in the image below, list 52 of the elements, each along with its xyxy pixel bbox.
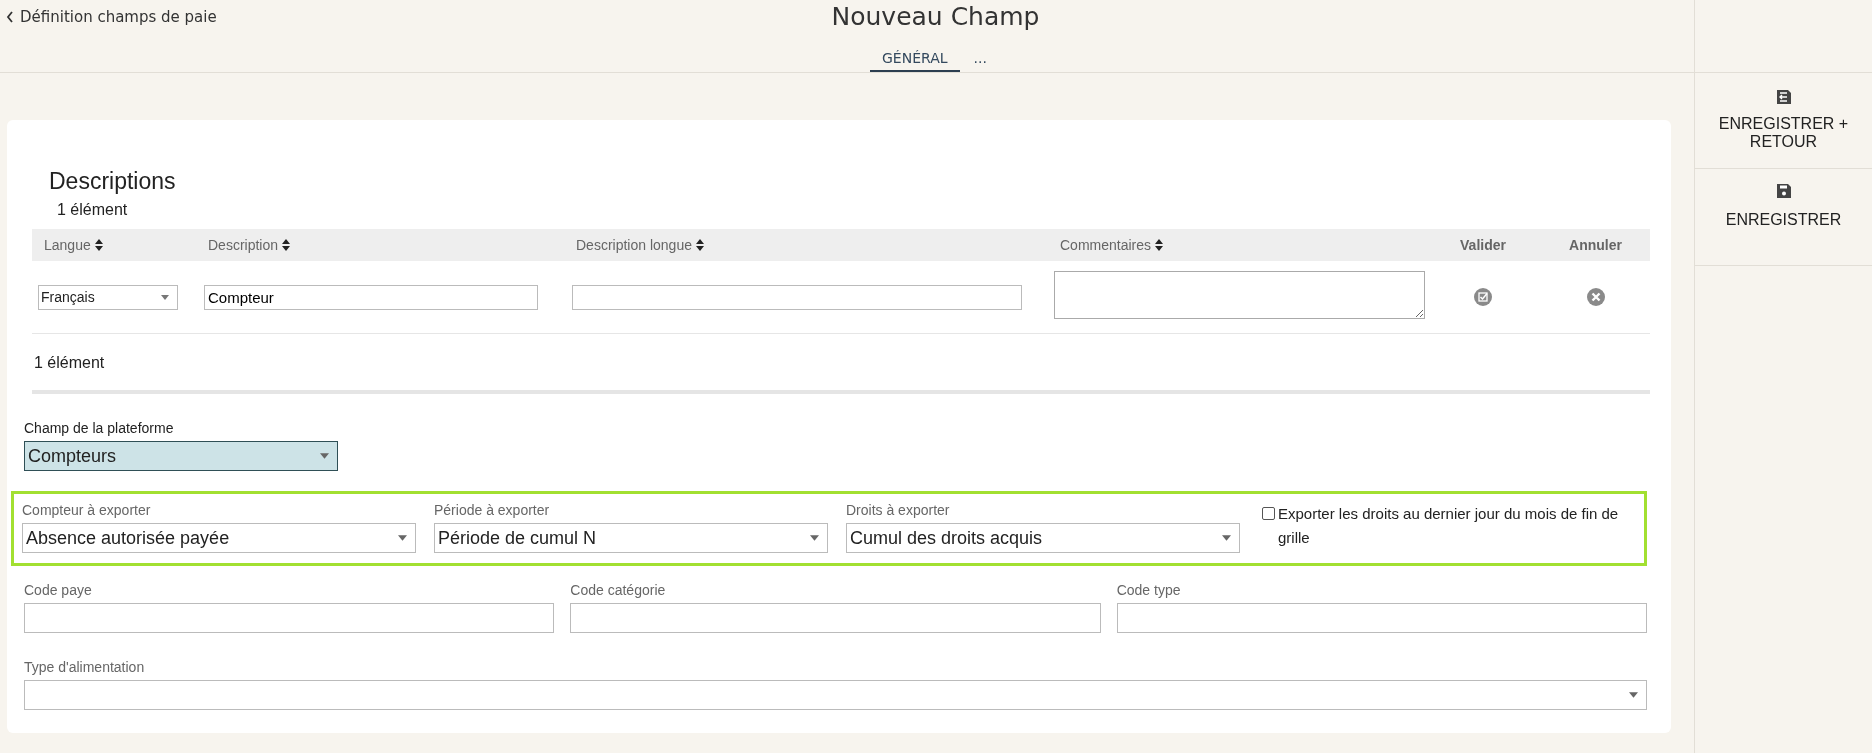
caret-icon [161,294,169,300]
column-header[interactable]: Langue [44,237,91,253]
field-label: Compteur à exporter [22,502,152,518]
caret-icon [1629,692,1638,698]
language-select[interactable]: Français [38,284,178,310]
action-button[interactable]: ENREGISTRER + RETOUR [1695,72,1872,169]
dropdown-select[interactable]: Cumul des droits acquis [846,523,1240,553]
caret-icon [1222,535,1231,541]
text-field[interactable] [570,603,1101,633]
page-title: Nouveau Champ [831,1,1040,33]
caret-icon [320,453,329,459]
validate-icon[interactable] [1474,288,1492,306]
sort-icon[interactable] [695,239,704,251]
field-label: Code type [1116,582,1182,598]
item-count: 1 élément [57,201,129,219]
text-field[interactable] [1116,603,1647,633]
chevron-left-icon [6,11,14,23]
checkbox[interactable] [1262,507,1275,520]
tab[interactable]: GÉNÉRAL [870,48,960,72]
field-label: Code catégorie [570,582,667,598]
column-header: Annuler [1569,237,1622,253]
platform-select[interactable]: Compteurs [24,441,338,471]
save-icon [1775,183,1792,199]
column-header[interactable]: Description [208,237,279,253]
field-label: Code paye [24,582,93,598]
tab[interactable]: ... [963,48,997,72]
field-label: Droits à exporter [846,502,951,518]
back-link[interactable]: Définition champs de paie [6,8,217,26]
caret-icon [398,535,407,541]
sort-icon[interactable] [1155,239,1164,251]
sort-icon[interactable] [94,239,103,251]
cancel-icon[interactable] [1586,288,1605,306]
field-label: Type d'alimentation [24,659,146,675]
long-description-field[interactable] [572,284,1022,310]
comment-field[interactable] [1054,271,1425,319]
text-field[interactable] [24,603,555,633]
sort-icon[interactable] [282,239,291,251]
column-header[interactable]: Description longue [576,237,692,253]
item-count: 1 élément [32,334,1650,394]
column-header: Valider [1460,237,1506,253]
dropdown-select[interactable]: Période de cumul N [434,523,828,553]
action-button[interactable]: ENREGISTRER [1695,169,1872,266]
caret-icon [810,535,819,541]
section-title: Descriptions [49,168,177,195]
field-label: Période à exporter [434,502,551,518]
dropdown-select[interactable] [24,680,1647,710]
checkbox-label: Exporter les droits au dernier jour du mois de fin de grille [1278,504,1620,548]
field-label: Champ de la plateforme [24,420,175,436]
save-return-icon [1775,89,1792,105]
dropdown-select[interactable]: Absence autorisée payée [22,523,416,553]
column-header[interactable]: Commentaires [1060,237,1152,253]
description-field[interactable]: Compteur [204,284,538,310]
